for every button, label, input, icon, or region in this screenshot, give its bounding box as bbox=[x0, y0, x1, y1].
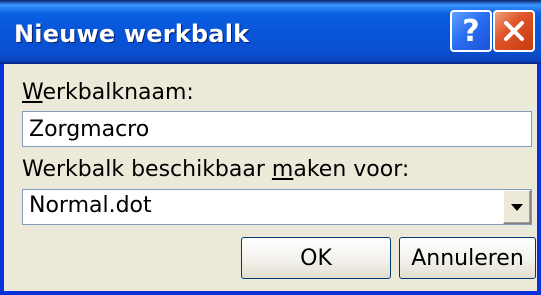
new-toolbar-dialog: Nieuwe werkbalk ? Werkbalknaam: Werkbalk… bbox=[0, 0, 541, 295]
dialog-title: Nieuwe werkbalk bbox=[14, 20, 250, 48]
help-button[interactable]: ? bbox=[450, 10, 492, 52]
toolbar-name-input[interactable] bbox=[23, 112, 531, 146]
chevron-down-icon bbox=[511, 203, 523, 211]
toolbar-name-label-accelerator: W bbox=[22, 80, 43, 105]
question-mark-icon: ? bbox=[462, 13, 480, 49]
make-available-label-text-1: Werkbalk beschikbaar bbox=[22, 157, 272, 182]
title-bar[interactable]: Nieuwe werkbalk ? bbox=[0, 0, 541, 64]
make-available-label: Werkbalk beschikbaar maken voor: bbox=[22, 157, 409, 182]
toolbar-name-label: Werkbalknaam: bbox=[22, 80, 194, 105]
cancel-button[interactable]: Annuleren bbox=[399, 237, 536, 279]
close-icon bbox=[504, 21, 524, 41]
toolbar-name-label-text: erkbalknaam: bbox=[42, 80, 194, 105]
make-available-label-text-2: aken voor: bbox=[293, 157, 410, 182]
make-available-selected-value: Normal.dot bbox=[29, 193, 152, 218]
ok-button[interactable]: OK bbox=[241, 237, 391, 279]
close-button[interactable] bbox=[493, 10, 535, 52]
make-available-label-accelerator: m bbox=[271, 157, 294, 182]
dropdown-button[interactable] bbox=[503, 190, 531, 224]
toolbar-name-field[interactable] bbox=[22, 111, 532, 147]
make-available-select[interactable]: Normal.dot bbox=[22, 189, 532, 225]
